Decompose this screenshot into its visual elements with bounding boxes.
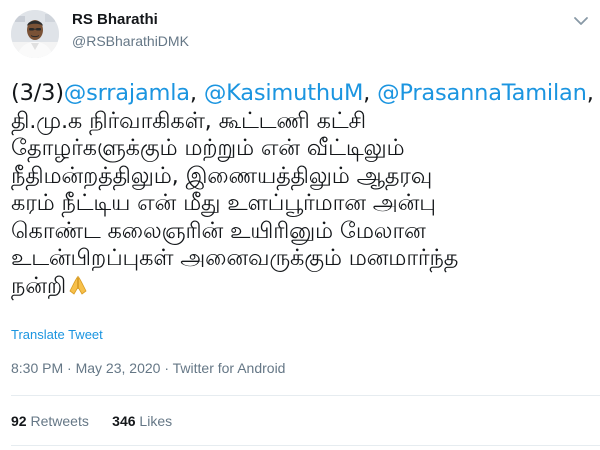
folded-hands-icon xyxy=(69,275,87,295)
divider xyxy=(11,395,600,396)
likes-label: Likes xyxy=(139,413,173,429)
tweet-line: தி.மு.க நிர்வாகிகள், கூட்டணி கட்சி xyxy=(11,107,366,134)
tweet-date[interactable]: May 23, 2020 xyxy=(76,360,161,376)
chevron-down-icon[interactable] xyxy=(572,12,590,30)
tweet-source-link[interactable]: Twitter for Android xyxy=(173,360,286,376)
divider xyxy=(11,445,600,446)
tweet-line-last: நன்றி xyxy=(11,273,596,301)
tweet-last-word: நன்றி xyxy=(11,272,67,299)
tweet-meta: 8:30 PM · May 23, 2020 · Twitter for And… xyxy=(11,360,285,376)
translate-tweet-link[interactable]: Translate Tweet xyxy=(11,327,103,342)
avatar-photo xyxy=(11,10,59,58)
tweet-time[interactable]: 8:30 PM xyxy=(11,360,63,376)
tweet-line: கொண்ட கலைஞரின் உயிரினும் மேலான xyxy=(11,217,426,244)
mention-prasannatamilan[interactable]: @PrasannaTamilan xyxy=(377,80,587,106)
retweets-label: Retweets xyxy=(30,413,89,429)
separator: , xyxy=(363,80,378,106)
display-name[interactable]: RS Bharathi xyxy=(72,11,158,28)
avatar[interactable] xyxy=(11,10,59,58)
meta-dot: · xyxy=(160,360,173,376)
separator: , xyxy=(189,80,204,106)
meta-dot: · xyxy=(63,360,76,376)
retweets-count: 92 xyxy=(11,413,27,429)
tweet-text: (3/3)@srrajamla, @KasimuthuM, @PrasannaT… xyxy=(11,80,596,300)
tweet-line: உடன்பிறப்புகள் அனைவருக்கும் மனமார்ந்த xyxy=(11,245,459,271)
mention-srrajamla[interactable]: @srrajamla xyxy=(64,80,190,106)
handle[interactable]: @RSBharathiDMK xyxy=(72,33,189,49)
tweet-line: தோழர்களுக்கும் மற்றும் என் வீட்டிலும் xyxy=(11,135,405,161)
retweets-stat[interactable]: 92 Retweets xyxy=(11,413,89,429)
tweet-prefix: (3/3) xyxy=(11,80,64,106)
likes-count: 346 xyxy=(112,413,136,429)
tweet-line: நீதிமன்றத்திலும், இணையத்திலும் ஆதரவு xyxy=(11,162,433,189)
trailing-comma: , xyxy=(586,80,594,106)
mention-kasimuthum[interactable]: @KasimuthuM xyxy=(204,80,364,106)
tweet-line: கரம் நீட்டிய என் மீது உளப்பூர்மான அன்பு xyxy=(11,190,436,216)
tweet-stats: 92 Retweets 346 Likes xyxy=(11,413,172,429)
tweet-line-mentions: (3/3)@srrajamla, @KasimuthuM, @PrasannaT… xyxy=(11,80,596,108)
likes-stat[interactable]: 346 Likes xyxy=(112,413,172,429)
